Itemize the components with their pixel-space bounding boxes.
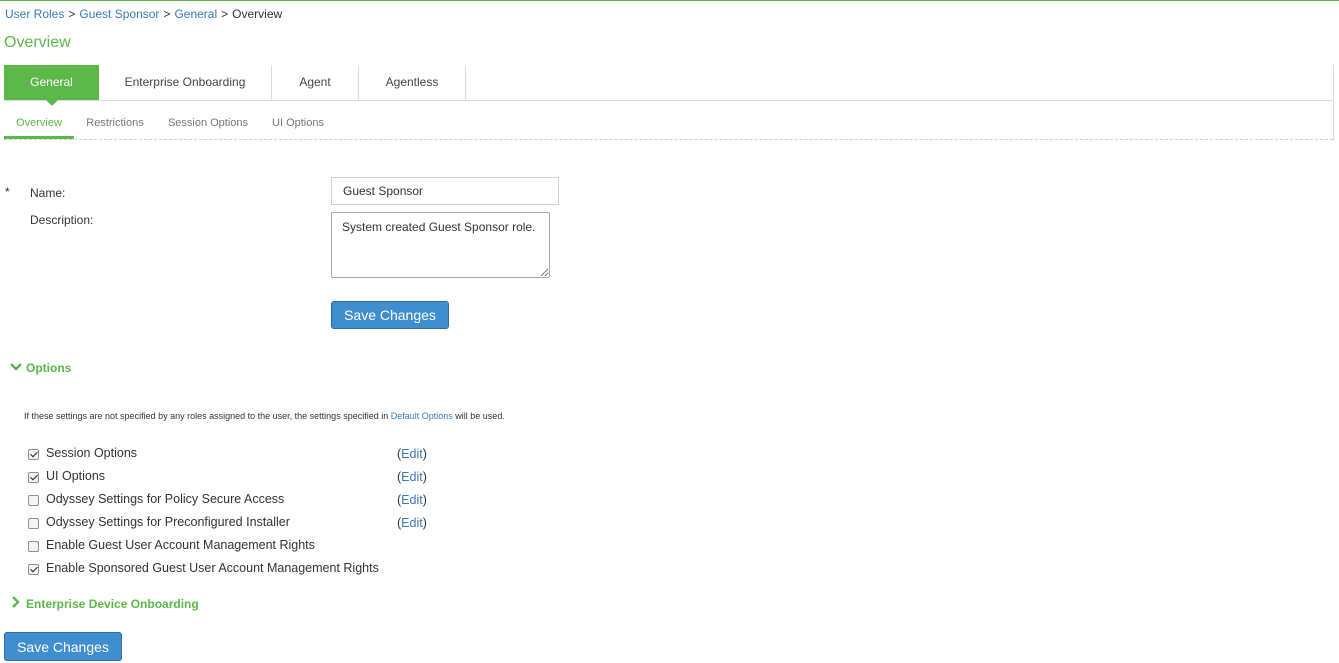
chevron-down-icon — [10, 361, 22, 375]
top-accent-line — [0, 0, 1339, 1]
breadcrumb-separator: > — [221, 7, 229, 21]
sub-tabs: Overview Restrictions Session Options UI… — [4, 101, 1333, 140]
description-textarea[interactable]: System created Guest Sponsor role. — [331, 212, 550, 278]
subtab-overview[interactable]: Overview — [4, 101, 74, 139]
tab-agent[interactable]: Agent — [272, 65, 359, 100]
edit-odyssey-preconfigured: (Edit) — [397, 516, 427, 530]
edit-link[interactable]: Edit — [401, 516, 423, 530]
main-tabs: General Enterprise Onboarding Agent Agen… — [4, 65, 1333, 106]
ui-options-checkbox[interactable] — [28, 472, 39, 483]
name-label: Name: — [30, 186, 66, 200]
tab-agentless[interactable]: Agentless — [359, 65, 466, 100]
subtab-ui-options[interactable]: UI Options — [268, 101, 328, 137]
subtab-restrictions[interactable]: Restrictions — [82, 101, 148, 137]
breadcrumb-current: Overview — [232, 7, 283, 21]
info-suffix: will be used. — [455, 411, 505, 421]
option-label: Enable Guest User Account Management Rig… — [46, 538, 315, 552]
description-label: Description: — [30, 213, 94, 227]
onboarding-section-title: Enterprise Device Onboarding — [26, 597, 199, 611]
edit-link[interactable]: Edit — [401, 447, 423, 461]
options-section-toggle[interactable]: Options — [10, 361, 71, 375]
session-options-checkbox[interactable] — [28, 449, 39, 460]
option-label: Odyssey Settings for Policy Secure Acces… — [46, 492, 285, 506]
name-input[interactable] — [331, 177, 559, 205]
info-prefix: If these settings are not specified by a… — [24, 411, 389, 421]
footer-save-changes-button[interactable]: Save Changes — [4, 632, 122, 661]
breadcrumb: User Roles > Guest Sponsor > General > Overvie… — [5, 7, 282, 21]
page-title: Overview — [4, 34, 71, 51]
odyssey-policy-secure-checkbox[interactable] — [28, 495, 39, 506]
odyssey-preconfigured-checkbox[interactable] — [28, 518, 39, 529]
edit-link[interactable]: Edit — [401, 493, 423, 507]
option-label: UI Options — [46, 469, 106, 483]
required-marker: * — [5, 185, 10, 199]
option-label: Session Options — [46, 446, 138, 460]
onboarding-section-toggle[interactable]: Enterprise Device Onboarding — [10, 596, 199, 611]
options-info-text: If these settings are not specified by a… — [24, 411, 505, 421]
tab-general[interactable]: General — [4, 65, 99, 106]
options-section-title: Options — [26, 361, 72, 375]
breadcrumb-separator: > — [163, 7, 171, 21]
breadcrumb-separator: > — [68, 7, 76, 21]
save-changes-button[interactable]: Save Changes — [331, 301, 449, 329]
breadcrumb-link-user-roles[interactable]: User Roles — [5, 7, 64, 21]
tabs-container: General Enterprise Onboarding Agent Agen… — [4, 65, 1334, 140]
default-options-link[interactable]: Default Options — [391, 411, 453, 421]
option-label: Odyssey Settings for Preconfigured Insta… — [46, 515, 290, 529]
edit-session-options: (Edit) — [397, 447, 427, 461]
tab-enterprise-onboarding[interactable]: Enterprise Onboarding — [99, 65, 272, 100]
edit-link[interactable]: Edit — [401, 470, 423, 484]
breadcrumb-link-guest-sponsor[interactable]: Guest Sponsor — [79, 7, 159, 21]
edit-odyssey-policy-secure: (Edit) — [397, 493, 427, 507]
breadcrumb-link-general[interactable]: General — [174, 7, 217, 21]
guest-mgmt-rights-checkbox[interactable] — [28, 541, 39, 552]
sponsored-guest-mgmt-rights-checkbox[interactable] — [28, 564, 39, 575]
option-label: Enable Sponsored Guest User Account Mana… — [46, 561, 379, 575]
chevron-right-icon — [10, 596, 22, 611]
edit-ui-options: (Edit) — [397, 470, 427, 484]
subtab-session-options[interactable]: Session Options — [164, 101, 252, 137]
